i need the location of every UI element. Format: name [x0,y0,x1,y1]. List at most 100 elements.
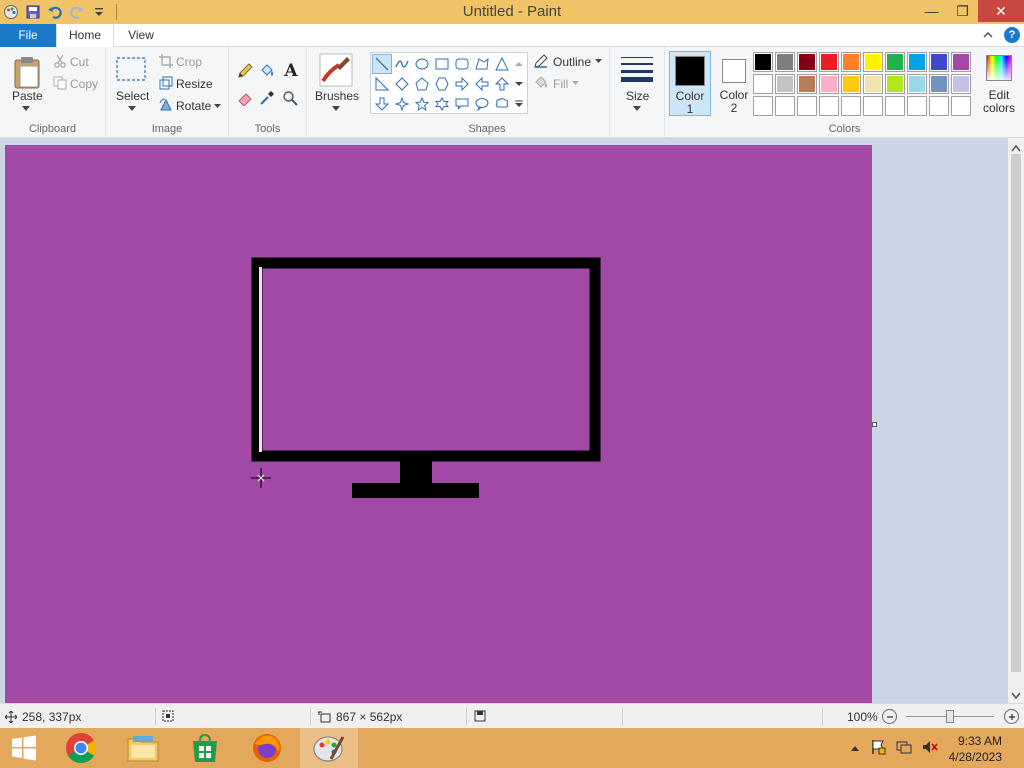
network-icon[interactable] [896,739,912,758]
minimize-ribbon-icon[interactable] [980,27,996,43]
palette-swatch[interactable] [775,52,795,72]
palette-swatch[interactable] [863,96,883,116]
eraser-icon[interactable] [235,88,255,108]
hexagon-shape-icon[interactable] [432,74,452,94]
palette-swatch[interactable] [841,52,861,72]
cut-button[interactable]: Cut [70,55,89,69]
tab-home[interactable]: Home [56,24,114,48]
palette-swatch[interactable] [907,74,927,94]
oval-callout-shape-icon[interactable] [472,94,492,114]
rotate-dropdown-icon[interactable] [212,102,222,110]
paint-app[interactable] [300,728,358,768]
right-arrow-shape-icon[interactable] [452,74,472,94]
brushes-dropdown-icon[interactable] [330,103,342,113]
crop-button[interactable]: Crop [176,55,202,69]
palette-swatch[interactable] [951,74,971,94]
right-triangle-shape-icon[interactable] [372,74,392,94]
color-picker-icon[interactable] [257,88,277,108]
palette-swatch[interactable] [797,52,817,72]
select-dropdown-icon[interactable] [126,103,138,113]
palette-swatch[interactable] [863,74,883,94]
paste-label[interactable]: Paste [12,89,43,103]
palette-swatch[interactable] [885,52,905,72]
tab-file[interactable]: File [0,24,56,47]
rotate-icon[interactable] [158,97,174,113]
palette-swatch[interactable] [885,74,905,94]
polygon-shape-icon[interactable] [472,54,492,74]
palette-swatch[interactable] [797,96,817,116]
diamond-shape-icon[interactable] [392,74,412,94]
size-button[interactable]: Size [626,89,649,103]
copy-icon[interactable] [52,75,68,91]
firefox-app[interactable] [238,728,296,768]
curve-shape-icon[interactable] [392,54,412,74]
palette-swatch[interactable] [929,74,949,94]
cut-icon[interactable] [52,53,68,69]
brush-icon[interactable] [319,53,353,87]
palette-swatch[interactable] [951,96,971,116]
up-arrow-shape-icon[interactable] [492,74,512,94]
show-hidden-icons-icon[interactable] [850,741,860,755]
four-point-star-shape-icon[interactable] [392,94,412,114]
select-button[interactable]: Select [116,89,149,103]
outline-button[interactable]: Outline [553,55,591,69]
five-point-star-shape-icon[interactable] [412,94,432,114]
resize-icon[interactable] [158,75,174,91]
canvas-resize-handle[interactable] [872,422,877,427]
palette-swatch[interactable] [753,74,773,94]
cloud-callout-shape-icon[interactable] [492,94,512,114]
palette-swatch[interactable] [819,74,839,94]
shapes-scroll-up-icon[interactable] [512,54,526,74]
tab-view[interactable]: View [115,24,167,47]
oval-shape-icon[interactable] [412,54,432,74]
palette-swatch[interactable] [819,96,839,116]
edit-colors-button[interactable]: Edit colors [977,51,1021,116]
palette-swatch[interactable] [775,96,795,116]
pentagon-shape-icon[interactable] [412,74,432,94]
text-tool-icon[interactable]: A [280,60,302,82]
scrollbar-thumb[interactable] [1011,154,1021,672]
palette-swatch[interactable] [819,52,839,72]
drawing-canvas[interactable] [5,145,872,703]
volume-muted-icon[interactable] [922,739,938,758]
zoom-in-button[interactable] [1004,709,1019,724]
fill-bucket-icon[interactable] [257,61,277,81]
start-button[interactable] [0,728,48,768]
crop-icon[interactable] [158,53,174,69]
copy-button[interactable]: Copy [70,77,98,91]
palette-swatch[interactable] [907,96,927,116]
triangle-shape-icon[interactable] [492,54,512,74]
rotate-button[interactable]: Rotate [176,99,211,113]
outline-dropdown-icon[interactable] [594,58,602,64]
paste-dropdown-icon[interactable] [20,103,32,113]
action-center-flag-icon[interactable] [870,739,886,758]
fill-dropdown-icon[interactable] [571,80,579,86]
palette-swatch[interactable] [753,52,773,72]
left-arrow-shape-icon[interactable] [472,74,492,94]
palette-swatch[interactable] [951,52,971,72]
pencil-icon[interactable] [235,61,255,81]
chrome-app[interactable] [52,728,110,768]
zoom-slider-thumb[interactable] [946,710,954,723]
palette-swatch[interactable] [929,96,949,116]
color2-button[interactable]: Color 2 [713,51,755,116]
resize-button[interactable]: Resize [176,77,213,91]
vertical-scrollbar[interactable] [1008,138,1024,703]
file-explorer-app[interactable] [114,728,172,768]
brushes-button[interactable]: Brushes [315,89,359,103]
scroll-down-arrow-icon[interactable] [1011,689,1021,703]
palette-swatch[interactable] [841,96,861,116]
palette-swatch[interactable] [863,52,883,72]
store-app[interactable] [176,728,234,768]
fill-button[interactable]: Fill [553,77,568,91]
palette-swatch[interactable] [797,74,817,94]
palette-swatch[interactable] [753,96,773,116]
palette-swatch[interactable] [885,96,905,116]
palette-swatch[interactable] [841,74,861,94]
color1-button[interactable]: Color 1 [669,51,711,116]
line-shape-icon[interactable] [372,54,392,74]
help-icon[interactable]: ? [1004,27,1020,43]
magnifier-icon[interactable] [280,88,300,108]
six-point-star-shape-icon[interactable] [432,94,452,114]
palette-swatch[interactable] [929,52,949,72]
